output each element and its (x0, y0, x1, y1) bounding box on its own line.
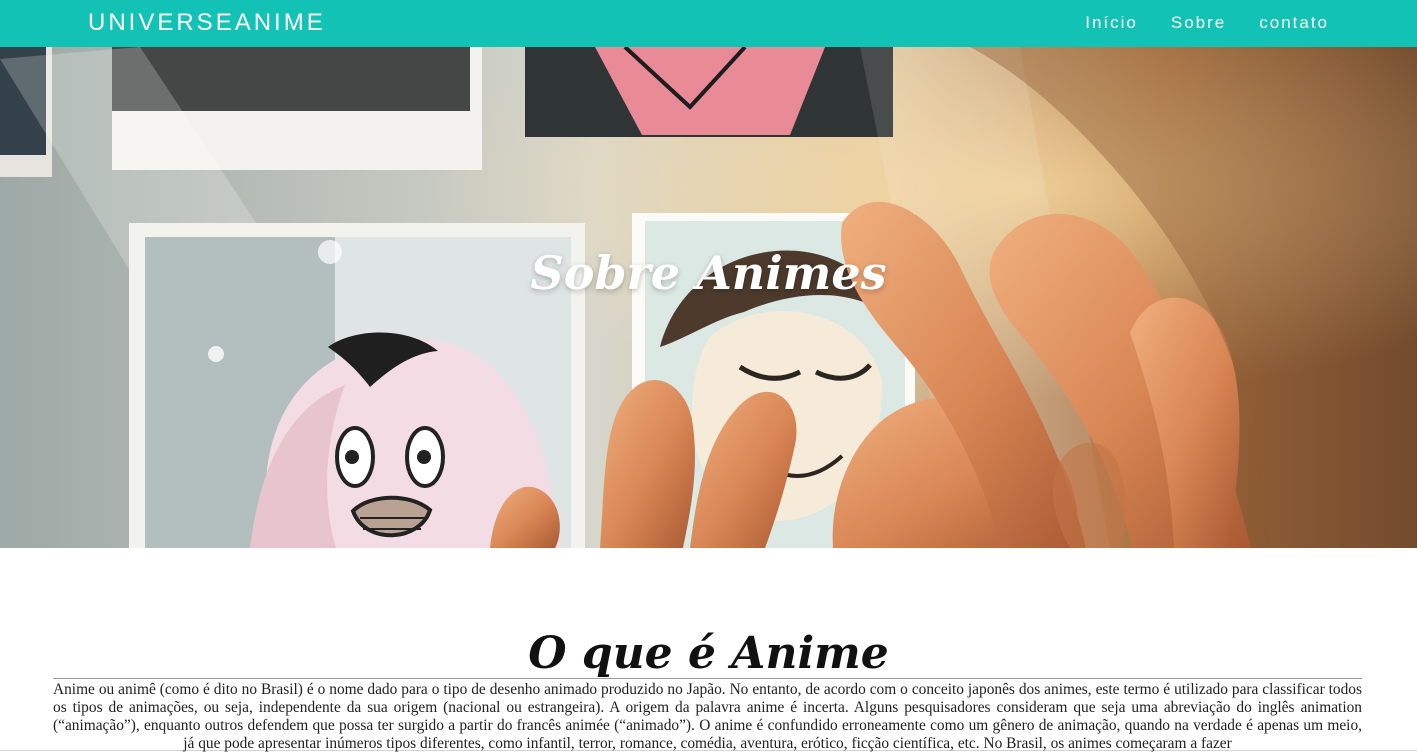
nav-link-inicio[interactable]: Início (1085, 12, 1138, 34)
brand-logo-link[interactable]: UNIVERSEANIME (88, 9, 326, 37)
heading-divider (53, 678, 1362, 679)
top-navigation-bar: UNIVERSEANIME Início Sobre contato (0, 0, 1417, 47)
nav-link-sobre[interactable]: Sobre (1171, 12, 1226, 34)
main-navigation: Início Sobre contato (1085, 12, 1329, 34)
hero-banner: Sobre Animes (0, 47, 1417, 548)
hero-title: Sobre Animes (530, 246, 887, 300)
viewport-bottom-edge (0, 750, 1417, 751)
article-paragraph: Anime ou animê (como é dito no Brasil) é… (53, 681, 1362, 752)
nav-link-contato[interactable]: contato (1259, 12, 1329, 34)
